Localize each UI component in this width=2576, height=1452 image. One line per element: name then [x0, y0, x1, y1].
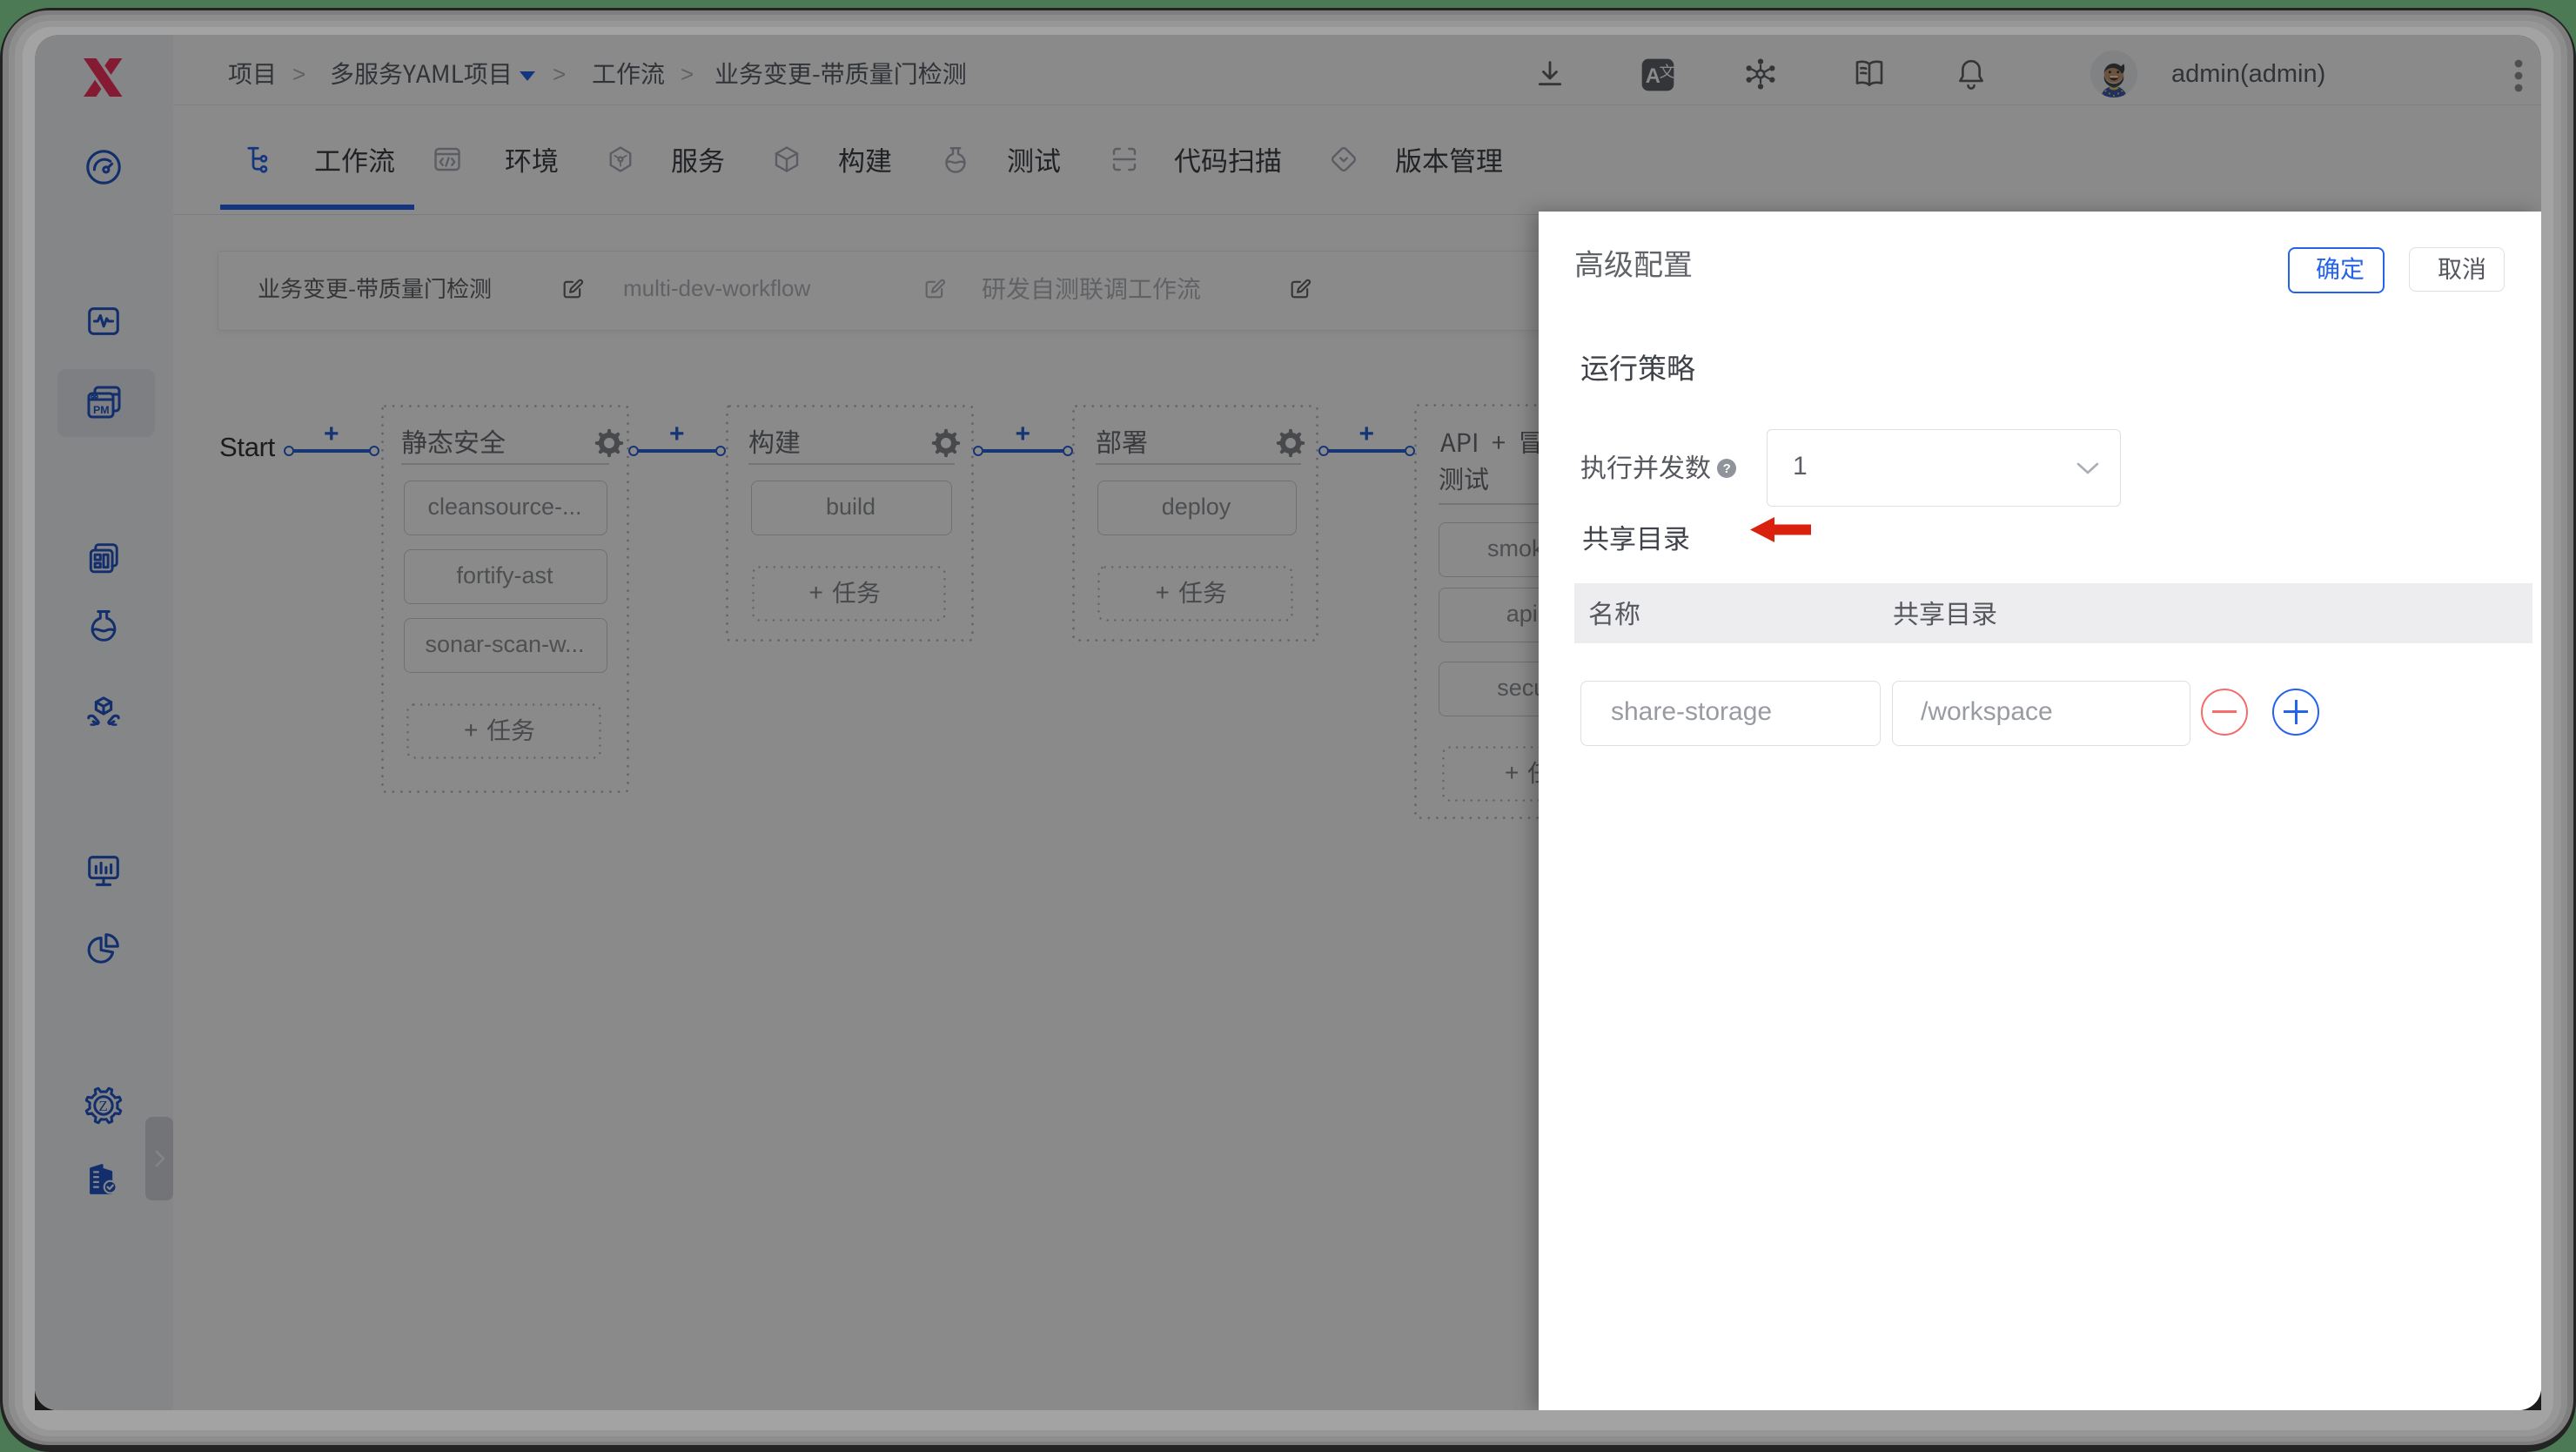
svg-text:?: ?: [1723, 461, 1731, 476]
